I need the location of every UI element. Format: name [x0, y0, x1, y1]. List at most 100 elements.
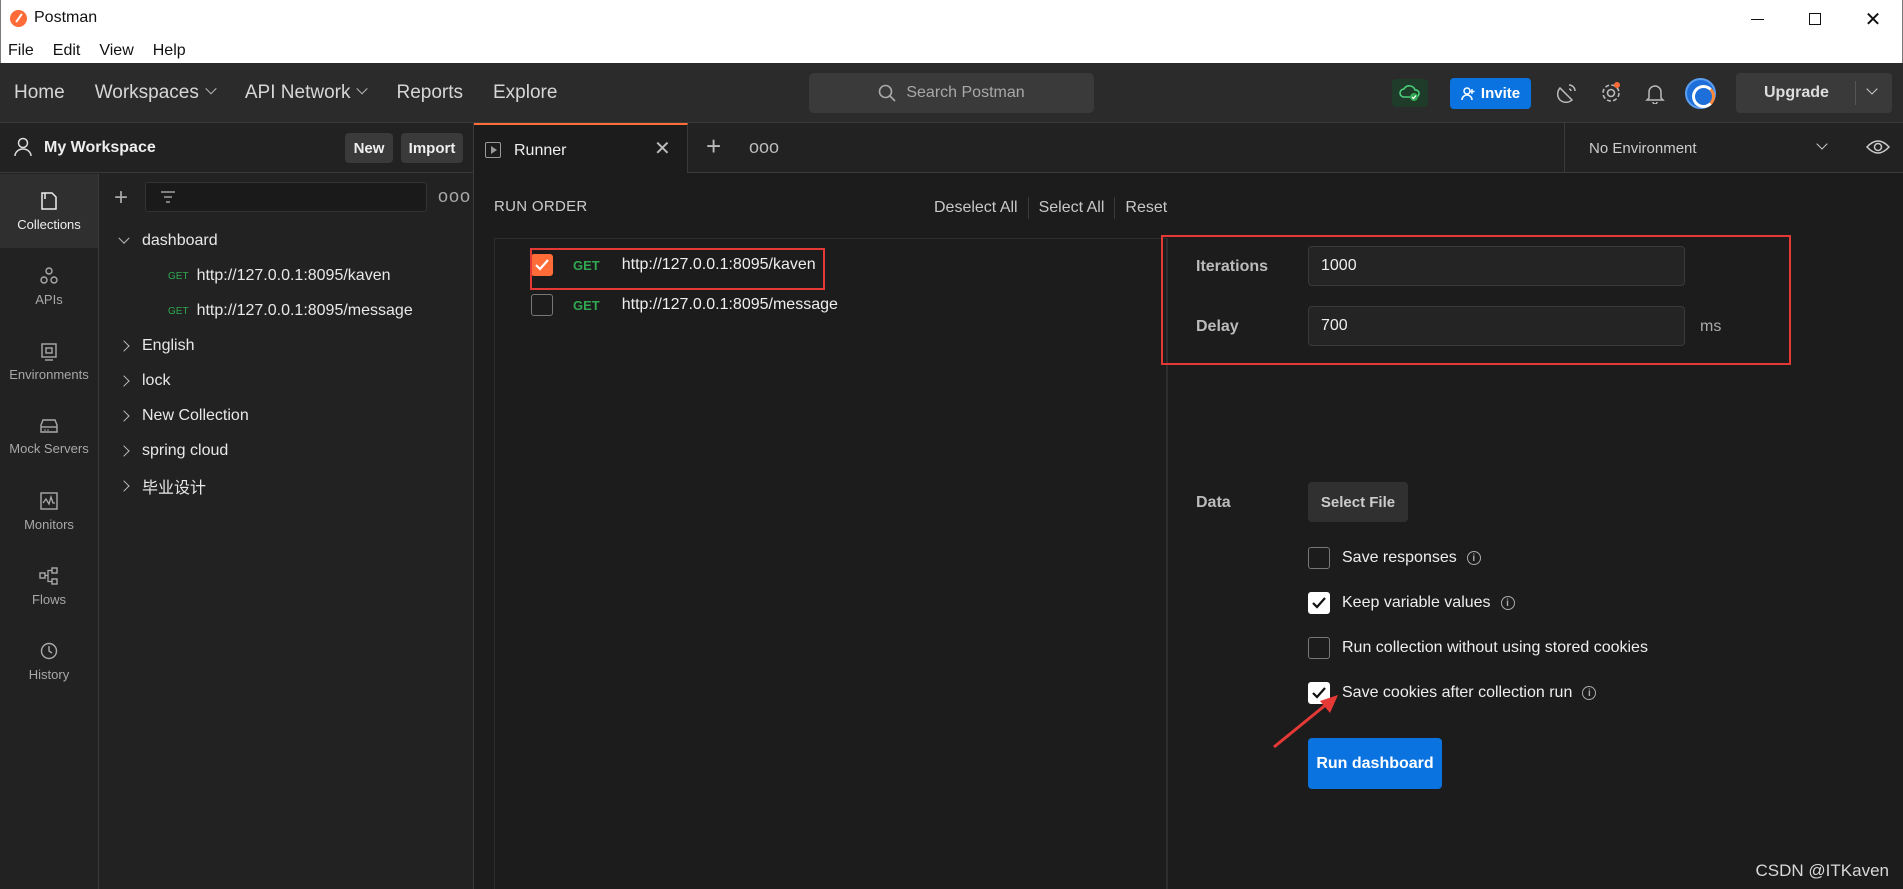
- app-header: Home Workspaces API Network Reports Expl…: [0, 63, 1903, 123]
- sidebar-rail: Collections APIs Environments Mock Serve…: [0, 174, 99, 889]
- satellite-icon: [1556, 84, 1576, 104]
- select-file-button[interactable]: Select File: [1308, 482, 1408, 522]
- run-order-actions: Deselect All Select All Reset: [924, 197, 1177, 219]
- search-box[interactable]: Search Postman: [809, 73, 1094, 113]
- delay-input[interactable]: 700: [1308, 306, 1685, 346]
- reset-link[interactable]: Reset: [1115, 199, 1177, 217]
- sidebar-item-collections[interactable]: Collections: [0, 174, 98, 248]
- nav-api-network[interactable]: API Network: [244, 82, 369, 104]
- maximize-button[interactable]: [1786, 0, 1844, 38]
- workspace-header: My Workspace New Import: [0, 123, 473, 173]
- deselect-all-link[interactable]: Deselect All: [924, 199, 1028, 217]
- iterations-input[interactable]: 1000: [1308, 246, 1685, 286]
- filter-input[interactable]: [145, 182, 427, 212]
- run-order-item[interactable]: GET http://127.0.0.1:8095/kaven: [531, 245, 816, 285]
- menu-file[interactable]: File: [8, 42, 34, 60]
- collection-graduation-project[interactable]: 毕业设计: [100, 471, 473, 501]
- apis-icon: [40, 266, 58, 284]
- save-responses-checkbox[interactable]: [1308, 547, 1330, 569]
- tab-runner[interactable]: Runner ✕: [474, 123, 688, 173]
- eye-icon[interactable]: [1866, 138, 1890, 156]
- filter-icon: [161, 191, 175, 203]
- keep-variable-values-checkbox[interactable]: [1308, 592, 1330, 614]
- gear-icon: [1602, 82, 1620, 102]
- sidebar-item-flows[interactable]: Flows: [0, 549, 98, 623]
- request-checkbox[interactable]: [531, 254, 553, 276]
- new-tab-icon[interactable]: +: [706, 133, 721, 159]
- collections-tree: + ooo dashboard GET http://127.0.0.1:809…: [100, 174, 473, 889]
- nav-workspaces[interactable]: Workspaces: [95, 82, 217, 104]
- collection-spring-cloud[interactable]: spring cloud: [100, 436, 473, 466]
- option-keep-variable-values[interactable]: Keep variable values i: [1308, 590, 1515, 616]
- collection-name: lock: [142, 372, 171, 389]
- nav-reports[interactable]: Reports: [396, 82, 463, 104]
- sidebar-item-label: Collections: [17, 216, 81, 232]
- request-checkbox[interactable]: [531, 294, 553, 316]
- request-item[interactable]: GET http://127.0.0.1:8095/message: [100, 296, 473, 326]
- option-no-stored-cookies[interactable]: Run collection without using stored cook…: [1308, 635, 1648, 661]
- option-save-responses[interactable]: Save responses i: [1308, 545, 1481, 571]
- sidebar-item-mock-servers[interactable]: Mock Servers: [0, 399, 98, 473]
- watermark: CSDN @ITKaven: [1755, 861, 1889, 880]
- nav-home[interactable]: Home: [14, 82, 65, 104]
- sidebar-item-environments[interactable]: Environments: [0, 324, 98, 398]
- upgrade-button[interactable]: Upgrade: [1736, 73, 1892, 113]
- collection-name: English: [142, 337, 195, 354]
- chevron-down-icon: [356, 83, 369, 95]
- chevron-right-icon[interactable]: [118, 445, 130, 457]
- run-order-item[interactable]: GET http://127.0.0.1:8095/message: [531, 285, 838, 325]
- close-tab-icon[interactable]: ✕: [654, 138, 671, 158]
- invite-button[interactable]: Invite: [1450, 78, 1531, 109]
- chevron-down-icon[interactable]: [118, 232, 130, 244]
- chevron-right-icon[interactable]: [118, 340, 130, 352]
- method-badge: GET: [573, 297, 600, 313]
- collection-new-collection[interactable]: New Collection: [100, 401, 473, 431]
- check-icon: [1312, 597, 1326, 609]
- method-badge: GET: [168, 305, 189, 317]
- nav-api-network-label: API Network: [244, 82, 351, 103]
- option-save-cookies[interactable]: Save cookies after collection run i: [1308, 680, 1597, 706]
- notifications-button[interactable]: [1640, 78, 1670, 108]
- close-icon: ✕: [1864, 7, 1882, 31]
- chevron-right-icon[interactable]: [118, 480, 130, 492]
- request-url: http://127.0.0.1:8095/kaven: [196, 267, 391, 284]
- chevron-right-icon[interactable]: [118, 375, 130, 387]
- sidebar-item-monitors[interactable]: Monitors: [0, 474, 98, 548]
- minimize-button[interactable]: [1728, 0, 1786, 38]
- info-icon[interactable]: i: [1582, 686, 1597, 700]
- iterations-label: Iterations: [1196, 258, 1269, 275]
- close-window-button[interactable]: ✕: [1844, 0, 1902, 38]
- postman-logo-icon: [10, 10, 27, 27]
- more-options-icon[interactable]: ooo: [438, 186, 471, 207]
- info-icon[interactable]: i: [1466, 551, 1481, 565]
- menu-view[interactable]: View: [99, 42, 133, 60]
- nav-explore[interactable]: Explore: [493, 82, 557, 104]
- search-placeholder: Search Postman: [906, 84, 1025, 101]
- add-collection-icon[interactable]: +: [114, 186, 128, 210]
- collection-lock[interactable]: lock: [100, 366, 473, 396]
- collection-english[interactable]: English: [100, 331, 473, 361]
- environment-select[interactable]: No Environment: [1564, 123, 1854, 173]
- settings-button[interactable]: [1596, 78, 1626, 108]
- info-icon[interactable]: i: [1500, 596, 1515, 610]
- menu-help[interactable]: Help: [153, 42, 186, 60]
- new-button[interactable]: New: [345, 133, 393, 163]
- sidebar-item-history[interactable]: History: [0, 624, 98, 698]
- select-all-link[interactable]: Select All: [1029, 199, 1115, 217]
- import-button[interactable]: Import: [401, 133, 463, 163]
- interceptor-button[interactable]: [1552, 78, 1582, 108]
- sidebar-item-apis[interactable]: APIs: [0, 249, 98, 323]
- sidebar-item-label: Mock Servers: [9, 440, 89, 456]
- avatar[interactable]: [1685, 78, 1716, 109]
- chevron-down-icon[interactable]: [1866, 83, 1878, 95]
- request-item[interactable]: GET http://127.0.0.1:8095/kaven: [100, 261, 473, 291]
- no-stored-cookies-checkbox[interactable]: [1308, 637, 1330, 659]
- run-order-title: RUN ORDER: [494, 198, 588, 215]
- workspace-name[interactable]: My Workspace: [44, 139, 156, 157]
- tab-options-icon[interactable]: ooo: [749, 137, 779, 158]
- menu-edit[interactable]: Edit: [53, 42, 81, 60]
- collection-dashboard[interactable]: dashboard: [100, 226, 473, 256]
- chevron-right-icon[interactable]: [118, 410, 130, 422]
- sync-status-button[interactable]: [1392, 79, 1428, 107]
- request-url: http://127.0.0.1:8095/message: [621, 296, 838, 313]
